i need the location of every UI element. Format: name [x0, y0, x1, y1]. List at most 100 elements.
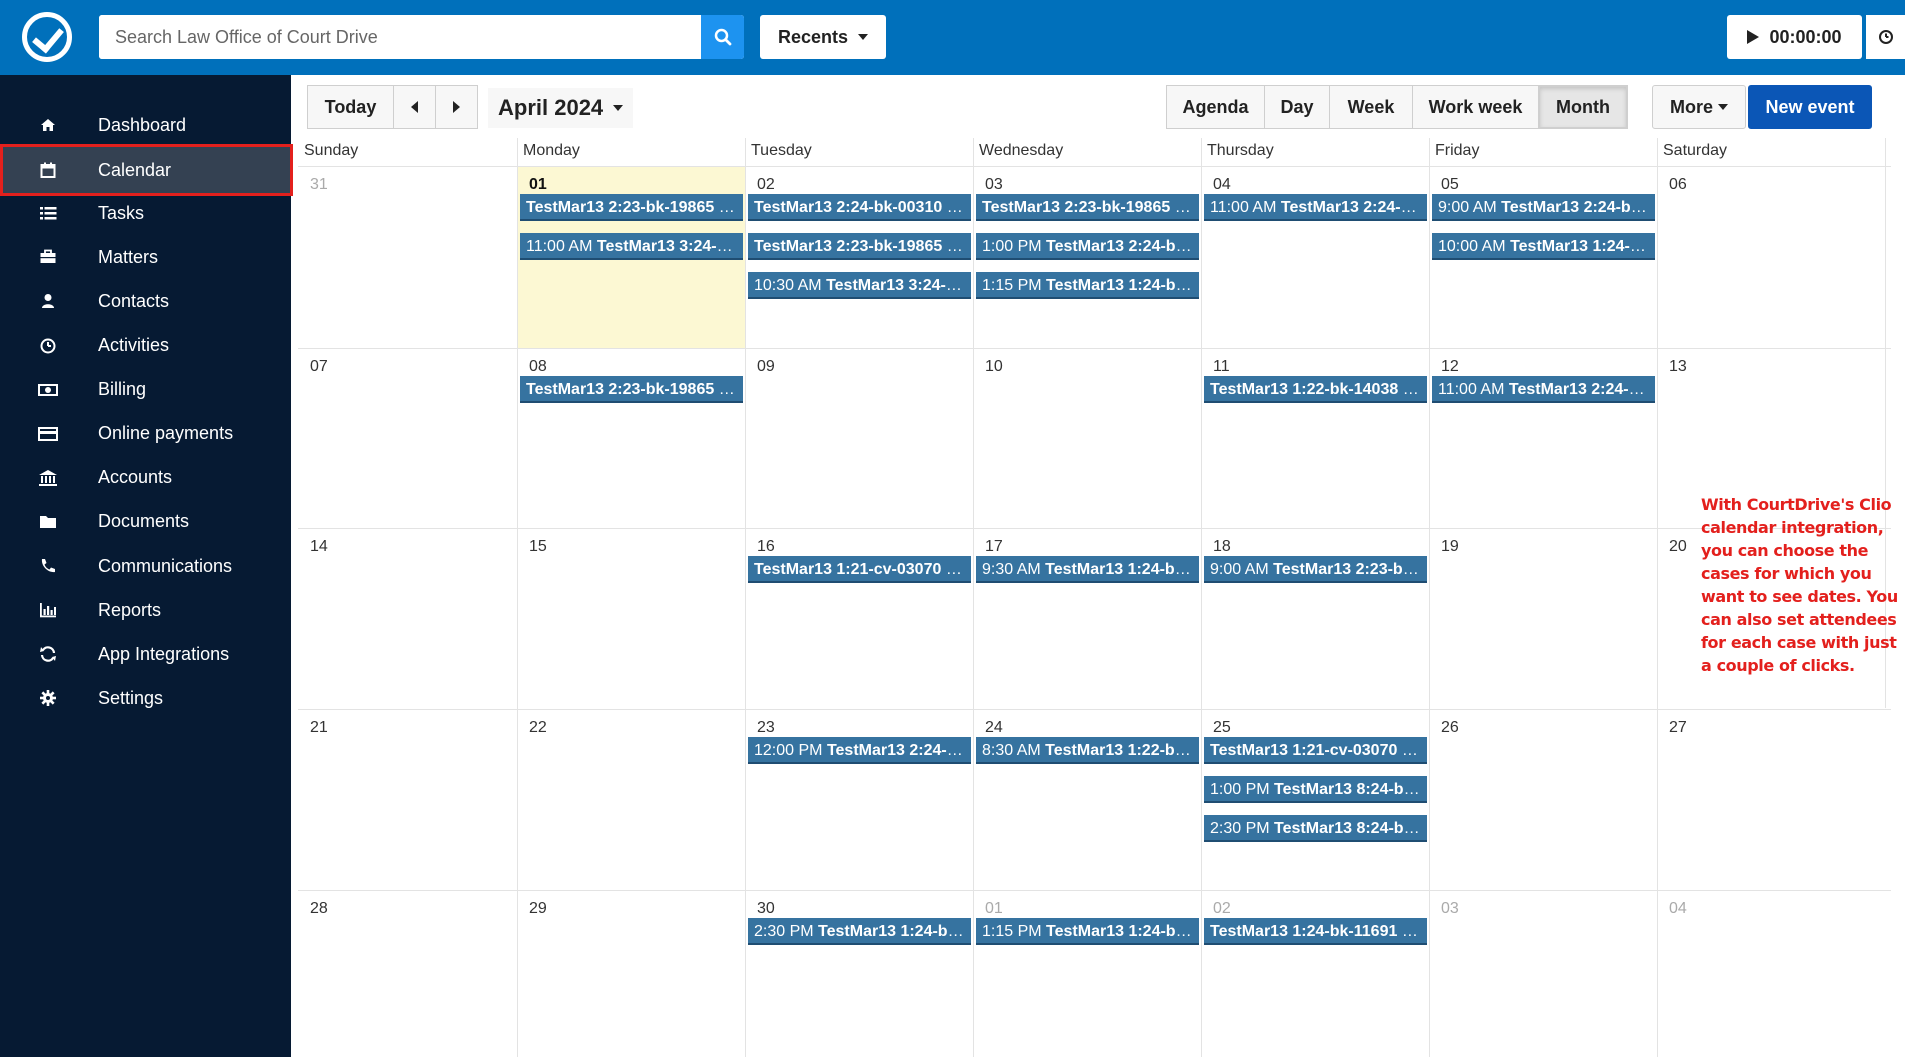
- day-number[interactable]: 02: [757, 176, 775, 194]
- calendar-day-cell[interactable]: 07: [298, 348, 517, 528]
- day-number[interactable]: 27: [1669, 719, 1687, 737]
- day-number[interactable]: 19: [1441, 538, 1459, 556]
- day-number[interactable]: 22: [529, 719, 547, 737]
- calendar-event[interactable]: TestMar13 1:21-cv-03070 Deadline: [1204, 737, 1427, 764]
- calendar-event[interactable]: TestMar13 2:24-bk-00310 Deadline: [748, 194, 971, 221]
- sidebar-item-dashboard[interactable]: Dashboard: [0, 103, 291, 147]
- sidebar-item-billing[interactable]: Billing: [0, 368, 291, 412]
- calendar-event[interactable]: 9:00 AM TestMar13 2:24-bk-00310 Hearing: [1432, 194, 1655, 221]
- day-number[interactable]: 28: [310, 900, 328, 918]
- next-month-button[interactable]: [435, 85, 478, 129]
- calendar-day-cell[interactable]: 29: [517, 890, 745, 1057]
- sidebar-item-calendar[interactable]: Calendar: [0, 144, 293, 197]
- calendar-event[interactable]: TestMar13 2:23-bk-19865 Deadline: [520, 376, 743, 403]
- day-number[interactable]: 07: [310, 358, 328, 376]
- sidebar-item-online-payments[interactable]: Online payments: [0, 412, 291, 456]
- day-number[interactable]: 08: [529, 358, 547, 376]
- day-number[interactable]: 15: [529, 538, 547, 556]
- view-work-week-button[interactable]: Work week: [1412, 85, 1539, 129]
- day-number[interactable]: 11: [1213, 358, 1230, 376]
- calendar-day-cell[interactable]: 1211:00 AM TestMar13 2:24-bk-00310 Heari…: [1429, 348, 1657, 528]
- day-number[interactable]: 24: [985, 719, 1003, 737]
- day-number[interactable]: 21: [310, 719, 328, 737]
- day-number[interactable]: 09: [757, 358, 775, 376]
- calendar-day-cell[interactable]: 31: [298, 166, 517, 348]
- day-number[interactable]: 29: [529, 900, 547, 918]
- day-number[interactable]: 23: [757, 719, 775, 737]
- day-number[interactable]: 01: [985, 900, 1003, 918]
- sidebar-item-app-integrations[interactable]: App Integrations: [0, 632, 291, 676]
- calendar-day-cell[interactable]: 059:00 AM TestMar13 2:24-bk-00310 Hearin…: [1429, 166, 1657, 348]
- day-number[interactable]: 05: [1441, 176, 1459, 194]
- day-number[interactable]: 31: [310, 176, 328, 194]
- calendar-event[interactable]: 11:00 AM TestMar13 2:24-bk-00310 Hearing: [1432, 376, 1655, 403]
- day-number[interactable]: 30: [757, 900, 775, 918]
- calendar-event[interactable]: 1:00 PM TestMar13 2:24-bk-00310 Hearing: [976, 233, 1199, 260]
- calendar-event[interactable]: TestMar13 1:21-cv-03070 Deadline: [748, 556, 971, 583]
- calendar-day-cell[interactable]: 11 TestMar13 1:22-bk-14038 Deadline: [1201, 348, 1429, 528]
- clio-logo-icon[interactable]: [22, 12, 72, 62]
- month-picker[interactable]: April 2024: [488, 88, 634, 128]
- sidebar-item-accounts[interactable]: Accounts: [0, 456, 291, 500]
- sidebar-item-documents[interactable]: Documents: [0, 500, 291, 544]
- calendar-day-cell[interactable]: 06: [1657, 166, 1885, 348]
- calendar-event[interactable]: 10:00 AM TestMar13 1:24-bk-11691 Hearing: [1432, 233, 1655, 260]
- calendar-event[interactable]: TestMar13 2:23-bk-19865 Deadline: [976, 194, 1199, 221]
- calendar-day-cell[interactable]: 302:30 PM TestMar13 1:24-bk-11691 Hearin…: [745, 890, 973, 1057]
- calendar-event[interactable]: 9:30 AM TestMar13 1:24-bk-11691 Hearing: [976, 556, 1199, 583]
- calendar-day-cell[interactable]: 011:15 PM TestMar13 1:24-bk-11691 Hearin…: [973, 890, 1201, 1057]
- calendar-day-cell[interactable]: 26: [1429, 709, 1657, 890]
- day-number[interactable]: 16: [757, 538, 775, 556]
- day-number[interactable]: 02: [1213, 900, 1231, 918]
- day-number[interactable]: 10: [985, 358, 1003, 376]
- calendar-event[interactable]: 2:30 PM TestMar13 8:24-bk-10022 Hearing: [1204, 815, 1427, 842]
- day-number[interactable]: 04: [1669, 900, 1687, 918]
- calendar-day-cell[interactable]: 02 TestMar13 2:24-bk-00310 Deadline TestMa…: [745, 166, 973, 348]
- calendar-day-cell[interactable]: 03: [1429, 890, 1657, 1057]
- view-day-button[interactable]: Day: [1264, 85, 1330, 129]
- calendar-day-cell[interactable]: 10: [973, 348, 1201, 528]
- day-number[interactable]: 20: [1669, 538, 1687, 556]
- sidebar-item-reports[interactable]: Reports: [0, 588, 291, 632]
- calendar-event[interactable]: 11:00 AM TestMar13 3:24-bk-00310 Hearing: [520, 233, 743, 260]
- previous-month-button[interactable]: [393, 85, 436, 129]
- calendar-event[interactable]: 11:00 AM TestMar13 2:24-bk-00310 Hearing: [1204, 194, 1427, 221]
- calendar-event[interactable]: TestMar13 2:23-bk-19865 Objection Deadli…: [748, 233, 971, 260]
- sidebar-item-tasks[interactable]: Tasks: [0, 191, 291, 235]
- sidebar-item-matters[interactable]: Matters: [0, 235, 291, 279]
- day-number[interactable]: 18: [1213, 538, 1231, 556]
- sidebar-item-settings[interactable]: Settings: [0, 676, 291, 720]
- view-agenda-button[interactable]: Agenda: [1166, 85, 1265, 129]
- calendar-day-cell[interactable]: 21: [298, 709, 517, 890]
- calendar-day-cell[interactable]: 189:00 AM TestMar13 2:23-bk-19865 Hearin…: [1201, 528, 1429, 709]
- calendar-event[interactable]: 2:30 PM TestMar13 1:24-bk-11691 Hearing: [748, 918, 971, 945]
- calendar-day-cell[interactable]: 08 TestMar13 2:23-bk-19865 Deadline: [517, 348, 745, 528]
- sidebar-item-contacts[interactable]: Contacts: [0, 279, 291, 323]
- calendar-event[interactable]: TestMar13 1:22-bk-14038 Deadline: [1204, 376, 1427, 403]
- calendar-day-cell[interactable]: 02 TestMar13 1:24-bk-11691 Deadline: [1201, 890, 1429, 1057]
- calendar-day-cell[interactable]: 19: [1429, 528, 1657, 709]
- calendar-event[interactable]: 8:30 AM TestMar13 1:22-bk-14038 Hearing: [976, 737, 1199, 764]
- calendar-day-cell[interactable]: 14: [298, 528, 517, 709]
- today-button[interactable]: Today: [307, 85, 394, 129]
- day-number[interactable]: 14: [310, 538, 328, 556]
- calendar-event[interactable]: 1:00 PM TestMar13 8:24-bk-10022 Hearing: [1204, 776, 1427, 803]
- day-number[interactable]: 01: [529, 176, 547, 194]
- calendar-day-cell[interactable]: 27: [1657, 709, 1885, 890]
- day-number[interactable]: 26: [1441, 719, 1459, 737]
- search-input[interactable]: [99, 15, 702, 59]
- day-number[interactable]: 06: [1669, 176, 1687, 194]
- calendar-day-cell[interactable]: 0411:00 AM TestMar13 2:24-bk-00310 Heari…: [1201, 166, 1429, 348]
- calendar-day-cell[interactable]: 09: [745, 348, 973, 528]
- timer-history-button[interactable]: [1866, 15, 1905, 59]
- calendar-day-cell[interactable]: 2312:00 PM TestMar13 2:24-bk-00310 Heari…: [745, 709, 973, 890]
- day-number[interactable]: 03: [1441, 900, 1459, 918]
- calendar-day-cell[interactable]: 248:30 AM TestMar13 1:22-bk-14038 Hearin…: [973, 709, 1201, 890]
- calendar-day-cell[interactable]: 25 TestMar13 1:21-cv-03070 Deadline 1:00 P…: [1201, 709, 1429, 890]
- calendar-day-cell[interactable]: 28: [298, 890, 517, 1057]
- day-number[interactable]: 25: [1213, 719, 1231, 737]
- calendar-day-cell[interactable]: 01 TestMar13 2:23-bk-19865 Meeting of Cre…: [517, 166, 745, 348]
- calendar-day-cell[interactable]: 03 TestMar13 2:23-bk-19865 Deadline 1:00 P…: [973, 166, 1201, 348]
- timer-button[interactable]: 00:00:00: [1727, 15, 1862, 59]
- calendar-event[interactable]: 1:15 PM TestMar13 1:24-bk-11691 Hearing: [976, 272, 1199, 299]
